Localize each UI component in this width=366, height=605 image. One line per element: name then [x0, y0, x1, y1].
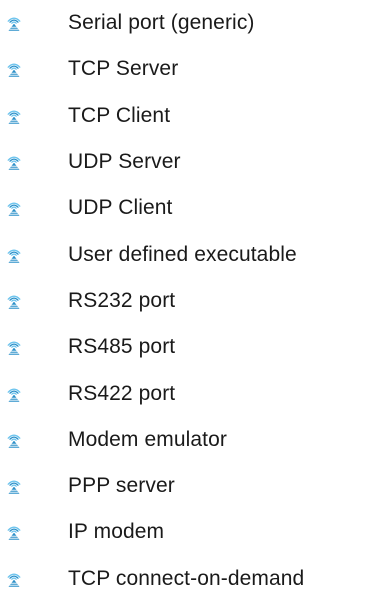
signal-tower-icon: [7, 110, 21, 124]
connection-type-item[interactable]: IP modem: [0, 509, 366, 555]
signal-tower-icon: [7, 63, 21, 78]
signal-tower-icon: [7, 156, 21, 170]
connection-type-label: UDP Client: [68, 196, 173, 220]
connection-type-label: PPP server: [68, 474, 175, 498]
connection-type-label: Modem emulator: [68, 427, 227, 451]
connection-type-item[interactable]: Serial port (generic): [0, 0, 366, 46]
signal-tower-icon: [7, 434, 21, 448]
connection-type-item[interactable]: TCP connect-on-demand: [0, 556, 366, 602]
signal-tower-icon: [7, 388, 21, 402]
signal-tower-icon: [7, 249, 21, 263]
connection-type-label: Serial port (generic): [68, 11, 255, 35]
signal-tower-icon: [7, 202, 21, 217]
connection-type-label: RS422 port: [68, 381, 176, 405]
connection-type-item[interactable]: RS422 port: [0, 370, 366, 416]
connection-type-label: TCP Server: [68, 57, 179, 81]
connection-type-item[interactable]: TCP Client: [0, 93, 366, 139]
connection-type-label: TCP Client: [68, 103, 171, 127]
signal-tower-icon: [7, 573, 21, 587]
connection-type-item[interactable]: User defined executable: [0, 231, 366, 277]
signal-tower-icon: [7, 295, 21, 309]
signal-tower-icon: [7, 480, 21, 494]
connection-type-item[interactable]: TCP Server: [0, 46, 366, 92]
signal-tower-icon: [7, 341, 21, 356]
connection-type-item[interactable]: PPP server: [0, 463, 366, 509]
connection-type-item[interactable]: RS485 port: [0, 324, 366, 370]
connection-type-item[interactable]: RS232 port: [0, 278, 366, 324]
connection-type-label: User defined executable: [68, 242, 297, 266]
signal-tower-icon: [7, 17, 21, 31]
connection-type-item[interactable]: UDP Client: [0, 185, 366, 231]
signal-tower-icon: [7, 526, 21, 541]
connection-type-item[interactable]: Modem emulator: [0, 417, 366, 463]
connection-type-label: UDP Server: [68, 150, 181, 174]
connection-type-list: Serial port (generic) TCP Server TCP Cli…: [0, 0, 366, 602]
connection-type-label: TCP connect-on-demand: [68, 566, 305, 590]
connection-type-label: IP modem: [68, 520, 165, 544]
connection-type-label: RS232 port: [68, 288, 176, 312]
connection-type-item[interactable]: UDP Server: [0, 139, 366, 185]
connection-type-label: RS485 port: [68, 335, 176, 359]
